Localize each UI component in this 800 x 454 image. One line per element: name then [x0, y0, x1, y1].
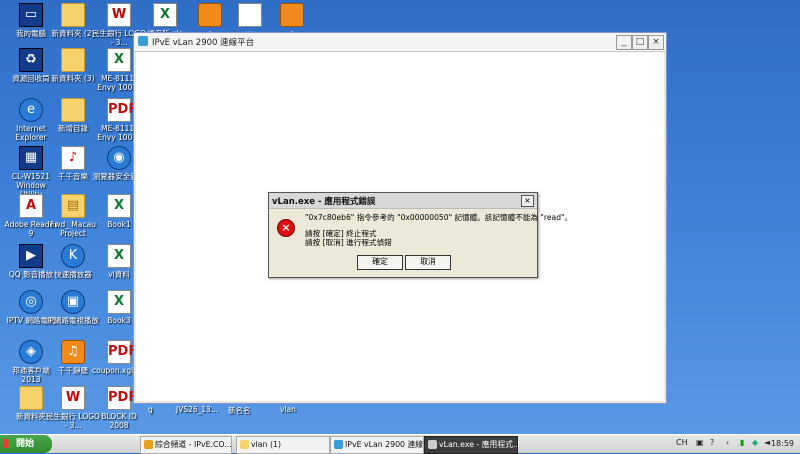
desktop-icon-label[interactable]: JVS26_13... — [176, 405, 218, 414]
tray-app-icon[interactable]: ◆ — [752, 438, 758, 447]
desktop-icon-glyph: X — [107, 194, 131, 218]
system-tray: CH ▣ ? ‹ ▮ ◆ ◄ 18:59 — [670, 435, 800, 453]
desktop-icon-glyph — [61, 98, 85, 122]
tray-help-icon[interactable]: ? — [710, 438, 714, 447]
maximize-button[interactable]: □ — [632, 35, 648, 50]
desktop-icon-glyph — [238, 3, 262, 27]
taskbar-app-icon — [240, 440, 249, 449]
desktop-icon-glyph: W — [61, 386, 85, 410]
windows-logo-icon — [4, 439, 13, 448]
desktop-icon-glyph: W — [107, 3, 131, 27]
desktop-icon-glyph: ◉ — [107, 146, 131, 170]
window-title: IPvE vLan 2900 連線平台 — [152, 38, 255, 48]
desktop-icon-glyph: A — [19, 194, 43, 218]
desktop-icon-label[interactable]: g — [148, 405, 153, 414]
taskbar-button[interactable]: vlan (1) — [236, 436, 330, 454]
desktop-icon-glyph: K — [61, 244, 85, 268]
ok-button[interactable]: 確定 — [357, 255, 403, 270]
desktop-icon-glyph: ▤ — [61, 194, 85, 218]
dialog-title: vLan.exe - 應用程式錯誤 — [272, 197, 376, 207]
taskbar-button-label: vLan.exe - 應用程式... — [439, 440, 518, 449]
desktop-icon-glyph — [198, 3, 222, 27]
start-button[interactable]: 開始 — [0, 435, 52, 453]
taskbar-app-icon — [428, 440, 437, 449]
error-line-3: 請按 [取消] 進行程式偵錯 — [305, 238, 392, 247]
desktop-icon-glyph — [280, 3, 304, 27]
app-icon — [138, 36, 148, 46]
dialog-title-bar[interactable]: vLan.exe - 應用程式錯誤 × — [269, 193, 537, 209]
taskbar-button-label: IPvE vLan 2900 連線... — [345, 440, 424, 449]
clock: 18:59 — [770, 439, 794, 448]
desktop-icon-glyph — [61, 48, 85, 72]
desktop-icon-glyph: ◈ — [19, 340, 43, 364]
tray-signal-icon[interactable]: ▮ — [740, 438, 744, 447]
desktop-icon-glyph — [19, 386, 43, 410]
cancel-button[interactable]: 取消 — [405, 255, 451, 270]
desktop-icon-label[interactable]: 新名名 — [228, 405, 251, 416]
error-line-2: 請按 [確定] 終止程式 — [305, 228, 377, 238]
desktop-icon-glyph: X — [107, 244, 131, 268]
window-title-bar[interactable]: IPvE vLan 2900 連線平台 _ □ × — [134, 33, 666, 52]
desktop-icon-label[interactable]: vlan — [280, 405, 296, 414]
taskbar-button[interactable]: IPvE vLan 2900 連線... — [330, 436, 424, 454]
start-label: 開始 — [16, 439, 35, 449]
desktop-icon-label: BLOCK ID 2008 — [101, 412, 137, 430]
desktop-icon-glyph: ▦ — [19, 146, 43, 170]
desktop-icon-glyph: ♫ — [61, 340, 85, 364]
desktop-icon-glyph: ▶ — [19, 244, 43, 268]
close-button[interactable]: × — [648, 35, 664, 50]
language-indicator[interactable]: CH — [676, 438, 688, 447]
desktop-icon-glyph: ♪ — [61, 146, 85, 170]
dialog-close-button[interactable]: × — [521, 195, 534, 207]
desktop-icon-glyph — [61, 3, 85, 27]
error-line-1: "0x7c80eb6" 指令參考的 "0x00000050" 記憶體。該記憶體不… — [305, 213, 573, 222]
desktop-icon-glyph: PDF — [107, 340, 137, 364]
desktop-icon-glyph: X — [107, 290, 131, 314]
taskbar-app-icon — [334, 440, 343, 449]
desktop-icon-glyph: ▭ — [19, 3, 43, 27]
taskbar-button[interactable]: 綜合頻道 - IPvE.CO... — [140, 436, 232, 454]
taskbar-button-label: 綜合頻道 - IPvE.CO... — [155, 440, 232, 449]
taskbar-app-icon — [144, 440, 153, 449]
error-icon: × — [277, 219, 295, 237]
error-dialog[interactable]: vLan.exe - 應用程式錯誤 × × "0x7c80eb6" 指令參考的 … — [268, 192, 573, 278]
desktop-icon-glyph: ▣ — [61, 290, 85, 314]
desktop-icon-glyph: PDF — [107, 386, 137, 410]
tray-network-icon[interactable]: ▣ — [696, 438, 704, 447]
desktop-icon-glyph: ♻ — [19, 48, 43, 72]
taskbar-button-label: vlan (1) — [251, 440, 282, 449]
desktop-icon-glyph: X — [153, 3, 177, 27]
desktop-icon-glyph: e — [19, 98, 43, 122]
tray-volume-icon[interactable]: ◄ — [764, 438, 770, 447]
desktop-icon-glyph: ◎ — [19, 290, 43, 314]
taskbar: 開始 綜合頻道 - IPvE.CO... vlan (1) IPvE vLan 29… — [0, 434, 800, 454]
desktop-icon-glyph: X — [107, 48, 131, 72]
taskbar-button[interactable]: vLan.exe - 應用程式... — [424, 436, 518, 454]
minimize-button[interactable]: _ — [616, 35, 632, 50]
desktop-icon-glyph: PDF — [107, 98, 137, 122]
error-message: "0x7c80eb6" 指令參考的 "0x00000050" 記憶體。該記憶體不… — [305, 213, 573, 248]
tray-arrow-icon[interactable]: ‹ — [726, 438, 729, 447]
